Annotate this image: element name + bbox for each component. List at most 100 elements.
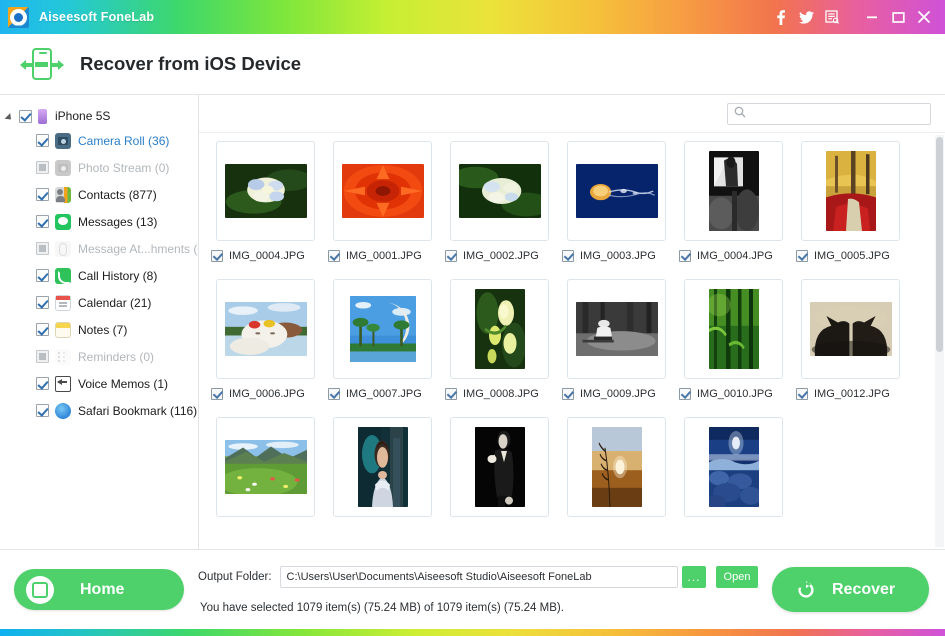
scrollbar-thumb[interactable] (936, 137, 943, 352)
facebook-icon[interactable] (767, 5, 793, 29)
checkbox-reminders[interactable] (36, 350, 49, 363)
checkbox-camera-roll[interactable] (36, 134, 49, 147)
photo-label-row: IMG_0002.JPG (441, 250, 558, 262)
sidebar-item-label: Contacts (877) (78, 187, 157, 202)
photo-cell (558, 417, 675, 517)
photo-cell: IMG_0004.JPG (207, 141, 324, 279)
photo-checkbox[interactable] (211, 250, 223, 262)
sidebar-item-message-attachments[interactable]: Message At...hments (0) (0, 235, 198, 262)
footer-bar: Home Output Folder: C:\Users\User\Docume… (0, 549, 945, 629)
sidebar-item-call-history[interactable]: Call History (8) (0, 262, 198, 289)
home-button[interactable]: Home (14, 569, 184, 610)
photo-thumbnail[interactable] (333, 141, 432, 241)
photo-filename: IMG_0004.JPG (697, 250, 773, 262)
photo-thumbnail[interactable] (684, 417, 783, 517)
sidebar-device-node[interactable]: iPhone 5S (0, 105, 198, 127)
photo-thumbnail[interactable] (216, 279, 315, 379)
photo-checkbox[interactable] (328, 250, 340, 262)
sidebar-item-calendar[interactable]: Calendar (21) (0, 289, 198, 316)
output-section: Output Folder: C:\Users\User\Documents\A… (184, 565, 772, 614)
sidebar-item-voice-memos[interactable]: Voice Memos (1) (0, 370, 198, 397)
photo-thumbnail[interactable] (333, 279, 432, 379)
checkbox-call-history[interactable] (36, 269, 49, 282)
photo-thumbnail[interactable] (801, 279, 900, 379)
search-box[interactable] (727, 102, 931, 125)
browse-button[interactable]: ... (682, 565, 706, 588)
sidebar-item-photo-stream[interactable]: Photo Stream (0) (0, 154, 198, 181)
recover-button[interactable]: Recover (772, 567, 929, 612)
photo-checkbox[interactable] (445, 250, 457, 262)
expand-collapse-icon[interactable] (6, 111, 17, 122)
checkbox-messages[interactable] (36, 215, 49, 228)
maximize-button[interactable] (885, 5, 911, 29)
checkbox-notes[interactable] (36, 323, 49, 336)
checkbox-contacts[interactable] (36, 188, 49, 201)
device-icon (38, 108, 47, 124)
photo-thumbnail[interactable] (567, 417, 666, 517)
category-sidebar: iPhone 5S Camera Roll (36) Photo Stream (… (0, 95, 199, 549)
photo-checkbox[interactable] (211, 388, 223, 400)
sidebar-item-label: Message At...hments (0) (78, 241, 199, 256)
photo-filename: IMG_0006.JPG (229, 388, 305, 400)
photo-thumbnail[interactable] (450, 417, 549, 517)
photo-cell: IMG_0007.JPG (324, 279, 441, 417)
minimize-button[interactable] (859, 5, 885, 29)
photo-grid: IMG_0004.JPG IMG_0001.JPG IMG_0002.JPG IMG_… (207, 141, 945, 517)
vertical-scrollbar[interactable] (935, 135, 944, 547)
photo-filename: IMG_0010.JPG (697, 388, 773, 400)
app-title: Aiseesoft FoneLab (39, 10, 155, 24)
photo-checkbox[interactable] (796, 250, 808, 262)
open-folder-button[interactable]: Open (716, 565, 758, 588)
selection-status: You have selected 1079 item(s) (75.24 MB… (200, 601, 564, 614)
sidebar-item-safari-bookmark[interactable]: Safari Bookmark (116) (0, 397, 198, 424)
close-button[interactable] (911, 5, 937, 29)
photo-checkbox[interactable] (679, 388, 691, 400)
twitter-icon[interactable] (793, 5, 819, 29)
photo-label-row: IMG_0009.JPG (558, 388, 675, 400)
sidebar-item-camera-roll[interactable]: Camera Roll (36) (0, 127, 198, 154)
photo-cell: IMG_0008.JPG (441, 279, 558, 417)
page-header: Recover from iOS Device (0, 34, 945, 95)
sidebar-item-label: Camera Roll (36) (78, 133, 170, 148)
voice-memos-icon (55, 375, 71, 392)
sidebar-item-label: Reminders (0) (78, 349, 155, 364)
photo-thumbnail[interactable] (684, 141, 783, 241)
camera-roll-icon (55, 132, 71, 149)
photo-thumbnail[interactable] (450, 279, 549, 379)
register-icon[interactable] (819, 5, 845, 29)
checkbox-photo-stream[interactable] (36, 161, 49, 174)
photo-checkbox[interactable] (328, 388, 340, 400)
messages-icon (55, 213, 71, 230)
checkbox-message-attachments[interactable] (36, 242, 49, 255)
ios-device-recover-icon (20, 46, 64, 82)
photo-label-row: IMG_0004.JPG (675, 250, 792, 262)
checkbox-safari-bookmark[interactable] (36, 404, 49, 417)
device-checkbox[interactable] (19, 109, 32, 123)
search-input[interactable] (752, 107, 924, 120)
photo-label-row: IMG_0003.JPG (558, 250, 675, 262)
home-button-label: Home (80, 580, 125, 598)
photo-checkbox[interactable] (679, 250, 691, 262)
photo-thumbnail[interactable] (567, 141, 666, 241)
photo-checkbox[interactable] (796, 388, 808, 400)
photo-thumbnail[interactable] (567, 279, 666, 379)
output-path-field[interactable]: C:\Users\User\Documents\Aiseesoft Studio… (279, 565, 678, 588)
sidebar-item-label: Notes (7) (78, 322, 128, 337)
photo-thumbnail[interactable] (684, 279, 783, 379)
sidebar-item-reminders[interactable]: Reminders (0) (0, 343, 198, 370)
checkbox-calendar[interactable] (36, 296, 49, 309)
photo-thumbnail[interactable] (216, 141, 315, 241)
sidebar-item-contacts[interactable]: Contacts (877) (0, 181, 198, 208)
photo-thumbnail[interactable] (216, 417, 315, 517)
sidebar-item-messages[interactable]: Messages (13) (0, 208, 198, 235)
photo-checkbox[interactable] (562, 250, 574, 262)
photo-thumbnail[interactable] (450, 141, 549, 241)
photo-checkbox[interactable] (445, 388, 457, 400)
photo-thumbnail[interactable] (333, 417, 432, 517)
photo-checkbox[interactable] (562, 388, 574, 400)
sidebar-item-notes[interactable]: Notes (7) (0, 316, 198, 343)
photo-thumbnail[interactable] (801, 141, 900, 241)
search-icon (734, 105, 746, 123)
checkbox-voice-memos[interactable] (36, 377, 49, 390)
sidebar-item-label: Voice Memos (1) (78, 376, 169, 391)
